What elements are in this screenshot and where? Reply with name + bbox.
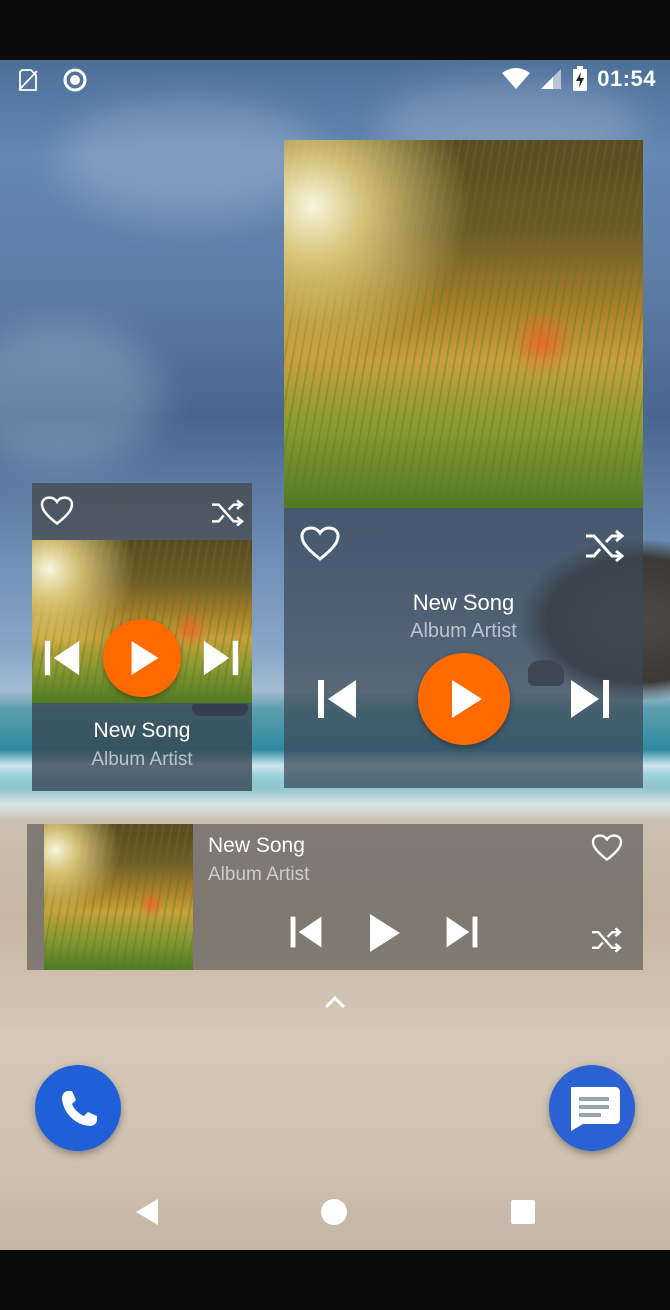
messages-icon [571, 1087, 620, 1131]
back-icon[interactable] [134, 1197, 160, 1227]
album-art[interactable] [32, 540, 252, 703]
dock-divider [0, 1030, 670, 1031]
next-icon[interactable] [569, 678, 611, 720]
music-widget-small[interactable]: New Song Album Artist [32, 483, 252, 791]
bottom-black-bar [0, 1250, 670, 1310]
home-icon[interactable] [320, 1198, 348, 1226]
widget-controls: New Song Album Artist [284, 508, 643, 788]
song-title: New Song [93, 719, 191, 742]
previous-icon[interactable] [316, 678, 358, 720]
widget-top-bar [32, 483, 252, 540]
artist-name: Album Artist [91, 749, 193, 770]
recents-icon[interactable] [510, 1199, 536, 1225]
play-button[interactable] [418, 653, 510, 745]
artist-name: Album Artist [410, 620, 517, 642]
phone-app-button[interactable] [35, 1065, 121, 1151]
shuffle-icon[interactable] [584, 528, 624, 564]
cell-signal-icon [541, 69, 562, 89]
shuffle-icon[interactable] [210, 498, 244, 528]
circle-sync-icon [63, 68, 87, 92]
navigation-bar [0, 1185, 670, 1250]
play-icon[interactable] [369, 914, 401, 952]
status-bar: 01:54 [0, 60, 670, 100]
heart-icon[interactable] [40, 496, 74, 526]
heart-icon[interactable] [300, 526, 340, 562]
chevron-up-icon[interactable] [324, 994, 346, 1010]
play-icon [452, 680, 482, 718]
music-widget-wide[interactable]: New Song Album Artist [27, 824, 643, 970]
battery-charging-icon [573, 66, 588, 91]
album-art[interactable] [44, 824, 193, 970]
heart-icon[interactable] [591, 834, 623, 862]
messages-app-button[interactable] [549, 1065, 635, 1151]
no-sim-icon [18, 69, 38, 91]
music-widget-large[interactable]: New Song Album Artist [284, 140, 643, 788]
artist-name: Album Artist [208, 864, 310, 885]
play-icon [131, 641, 159, 675]
play-button[interactable] [103, 619, 181, 697]
next-icon[interactable] [445, 915, 479, 949]
top-black-bar [0, 0, 670, 60]
shuffle-icon[interactable] [590, 926, 622, 954]
previous-icon[interactable] [43, 639, 81, 677]
widget-info: New Song Album Artist [32, 703, 252, 791]
song-title: New Song [412, 590, 515, 615]
clock: 01:54 [597, 66, 656, 91]
wifi-icon [502, 68, 531, 89]
previous-icon[interactable] [289, 915, 323, 949]
song-title: New Song [208, 834, 305, 857]
album-art[interactable] [284, 140, 643, 508]
next-icon[interactable] [202, 639, 240, 677]
phone-icon [62, 1091, 97, 1126]
